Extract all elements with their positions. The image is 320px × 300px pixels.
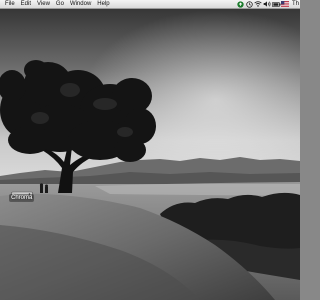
time-machine-icon[interactable] <box>245 0 254 8</box>
menu-file[interactable]: File <box>4 0 18 8</box>
status-area: Th <box>236 0 300 8</box>
desktop-icon-chroma[interactable]: Chroma <box>1 186 45 202</box>
menu-help[interactable]: Help <box>94 0 112 8</box>
battery-icon[interactable] <box>272 0 281 8</box>
menu-bar: File Edit View Go Window Help Th <box>0 0 300 9</box>
wifi-icon[interactable] <box>254 0 263 8</box>
volume-icon[interactable] <box>263 0 272 8</box>
sync-icon[interactable] <box>236 0 245 8</box>
menu-go[interactable]: Go <box>53 0 67 8</box>
keyboard-flag-icon[interactable] <box>281 0 290 8</box>
desktop-screen: File Edit View Go Window Help Th Chroma <box>0 0 300 300</box>
desktop-icon-label: Chroma <box>9 194 35 202</box>
menu-window[interactable]: Window <box>67 0 94 8</box>
menu-view[interactable]: View <box>34 0 53 8</box>
desktop-wallpaper <box>0 0 300 300</box>
menu-edit[interactable]: Edit <box>18 0 34 8</box>
drive-icon <box>11 186 33 199</box>
menubar-clock[interactable]: Th <box>290 0 300 8</box>
